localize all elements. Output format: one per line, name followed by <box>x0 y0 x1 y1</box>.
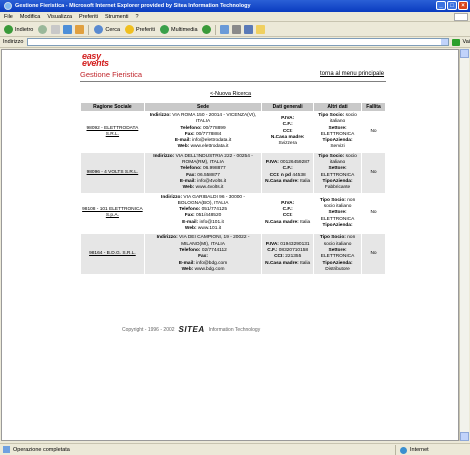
favorites-button[interactable]: Preferiti <box>124 25 156 34</box>
globe-icon <box>400 446 407 454</box>
search-label: Cerca <box>105 26 121 33</box>
table-row: 98096 - 4 VOLTS S.R.L. Indirizzo: VIA DEL… <box>80 151 386 194</box>
copyright-text: Copyright - 1996 - 2002 <box>122 326 175 333</box>
star-icon <box>125 25 135 34</box>
sede-cell: Indirizzo: VIA ROMA 150 - 20014 - VICENZ… <box>143 111 263 153</box>
sede-cell: Indirizzo: VIA DEI CAMPIONI, 19 - 20022 … <box>143 233 263 276</box>
table-row: 98164 - B.D.G. S.R.L. Indirizzo: VIA DEI … <box>80 233 386 276</box>
altri-cell: Tipo Socio: non socio italiano Settore: E… <box>313 233 363 276</box>
ie-icon <box>4 2 12 10</box>
stop-icon[interactable] <box>51 25 61 34</box>
header-dati: Dati generali <box>261 102 315 112</box>
menu-file[interactable]: File <box>4 14 13 20</box>
altri-cell: Tipo Socio: non socio italiano Settore: E… <box>313 192 363 235</box>
vertical-scrollbar[interactable] <box>459 49 469 441</box>
company-link[interactable]: 98164 - B.D.G. S.R.L. <box>80 233 145 276</box>
table-row: 98092 - ELETTRODATA S.R.L. Indirizzo: VIA… <box>80 111 386 153</box>
altri-cell: Tipo Socio: socio italiano Settore: ELETT… <box>313 151 363 194</box>
main-menu-link[interactable]: torna al menu principale <box>320 71 384 77</box>
media-icon <box>159 25 169 34</box>
back-arrow-icon <box>4 25 13 34</box>
scroll-up-icon[interactable] <box>460 49 469 58</box>
favorites-label: Preferiti <box>136 26 155 33</box>
go-arrow-icon <box>452 38 461 46</box>
toolbar: Indietro Cerca Preferiti Multimedia <box>0 23 470 37</box>
altri-cell: Tipo Socio: socio italiano Settore: ELETT… <box>313 111 363 153</box>
back-label: Indietro <box>15 26 34 33</box>
close-button[interactable]: × <box>458 1 468 10</box>
address-label: Indirizzo <box>3 39 24 45</box>
window-title: Gestione Fieristica - Microsoft Internet… <box>15 3 251 9</box>
windows-logo-icon <box>454 13 468 21</box>
sede-cell: Indirizzo: VIA DELL'INDUSTRIA 222 - 0025… <box>143 151 263 194</box>
footer: Copyright - 1996 - 2002 SITEA Informatio… <box>122 325 260 334</box>
header-fallita: Fallita <box>361 102 386 112</box>
zone-label: Internet <box>410 447 429 453</box>
search-icon <box>94 25 104 34</box>
menu-bar: File Modifica Visualizza Preferiti Strum… <box>0 12 470 22</box>
folder-icon[interactable] <box>255 25 265 34</box>
results-table: Ragione Sociale Sede Dati generali Altri… <box>80 102 386 276</box>
new-search-link[interactable]: <-Nuova Ricerca <box>210 91 251 97</box>
menu-modifica[interactable]: Modifica <box>20 14 40 20</box>
address-dropdown-icon[interactable] <box>441 39 449 45</box>
fallita-cell: No <box>361 192 386 235</box>
forward-button[interactable] <box>37 25 48 34</box>
mail-icon[interactable] <box>219 25 229 34</box>
company-link[interactable]: 98092 - ELETTRODATA S.R.L. <box>80 111 145 153</box>
refresh-icon[interactable] <box>63 25 73 34</box>
dati-cell: P.IVA: 01943290131 C.F.: 08320710158 CCI: … <box>261 233 315 276</box>
home-icon[interactable] <box>75 25 85 34</box>
page-title: Gestione Fieristica <box>80 70 143 79</box>
fallita-cell: No <box>361 233 386 276</box>
print-icon[interactable] <box>231 25 241 34</box>
search-button[interactable]: Cerca <box>93 25 121 34</box>
page-done-icon <box>3 446 10 453</box>
minimize-button[interactable]: _ <box>436 1 446 10</box>
back-button[interactable]: Indietro <box>3 25 34 34</box>
header-ragione: Ragione Sociale <box>80 102 145 112</box>
divider <box>80 81 386 82</box>
go-button[interactable]: Vai <box>452 38 470 46</box>
sitea-subtitle: Information Technology <box>208 326 261 333</box>
address-input[interactable] <box>27 38 450 46</box>
security-zone: Internet <box>395 445 429 455</box>
edit-icon[interactable] <box>243 25 253 34</box>
table-row: 98108 - 101 ELETTRONICA S.p.A. Indirizzo:… <box>80 192 386 235</box>
media-label: Multimedia <box>170 26 198 33</box>
company-link[interactable]: 98108 - 101 ELETTRONICA S.p.A. <box>80 192 145 235</box>
menu-strumenti[interactable]: Strumenti <box>105 14 129 20</box>
menu-help[interactable]: ? <box>136 14 139 20</box>
address-bar: Indirizzo Vai <box>0 37 470 48</box>
maximize-button[interactable]: □ <box>447 1 457 10</box>
history-icon[interactable] <box>201 25 211 34</box>
sitea-logo: SITEA <box>178 325 205 334</box>
window-titlebar: Gestione Fieristica - Microsoft Internet… <box>0 0 470 12</box>
menu-preferiti[interactable]: Preferiti <box>79 14 98 20</box>
company-link[interactable]: 98096 - 4 VOLTS S.R.L. <box>80 151 145 194</box>
fallita-cell: No <box>361 151 386 194</box>
header-sede: Sede <box>143 102 263 112</box>
fallita-cell: No <box>361 111 386 153</box>
sede-cell: Indirizzo: VIA GARIBALDI 96 - 30000 - BO… <box>143 192 263 235</box>
dati-cell: P.IVA: C.F.: CCI: N.Casa madre: Svizzera <box>261 111 315 153</box>
media-button[interactable]: Multimedia <box>159 25 199 34</box>
forward-arrow-icon <box>38 25 48 34</box>
scroll-down-icon[interactable] <box>460 432 469 441</box>
menu-visualizza[interactable]: Visualizza <box>47 14 72 20</box>
go-label: Vai <box>462 39 470 45</box>
dati-cell: P.IVA: C.F.: CCI: N.Casa madre: Italia <box>261 192 315 235</box>
status-text: Operazione completata <box>13 446 70 453</box>
header-altri: Altri dati <box>313 102 363 112</box>
dati-cell: P.IVA: 00126459287 C.F.: CCI: n pd 44538 N… <box>261 151 315 194</box>
easy-events-logo: easy events <box>82 51 109 68</box>
status-bar: Operazione completata Internet <box>0 443 470 455</box>
page-content: easy events Gestione Fieristica torna al… <box>1 49 459 441</box>
